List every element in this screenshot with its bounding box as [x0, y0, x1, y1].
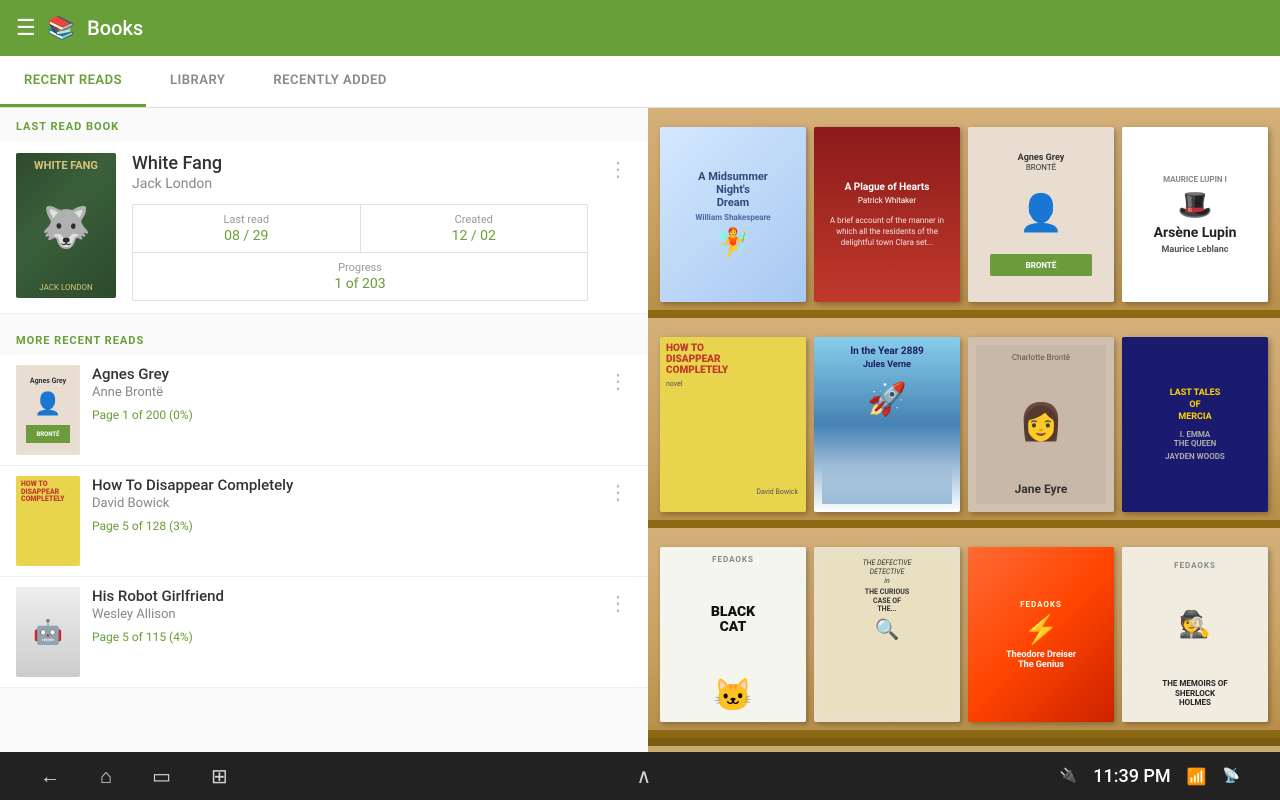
created-value: 12 / 02: [373, 228, 576, 244]
tab-recent-reads[interactable]: RECENT READS: [0, 56, 146, 107]
tab-library[interactable]: LIBRARY: [146, 56, 249, 107]
hrg-info: His Robot Girlfriend Wesley Allison Page…: [92, 587, 592, 644]
book-sherlock[interactable]: FEDAOKS 🕵️ THE MEMOIRS OFSHERLOCKHOLMES: [1122, 547, 1268, 722]
created-label-text: Created: [373, 213, 576, 226]
shelf-row-3: FEDAOKS BLACKCAT 🐱 THE DEFECTIVEDETECTIV…: [648, 528, 1280, 738]
main-content: LAST READ BOOK WHITE FANG 🐺 JACK LONDON …: [0, 108, 1280, 752]
white-fang-wolf-icon: 🐺: [41, 208, 91, 248]
shelf-row-2: HOW TODISAPPEARCOMPLETELY novel David Bo…: [648, 318, 1280, 528]
white-fang-title-cover: WHITE FANG: [34, 159, 98, 172]
book-meta-grid: Last read 08 / 29 Created 12 / 02 Progre…: [132, 204, 588, 301]
book-genius[interactable]: FEDAOKS ⚡ Theodore DreiserThe Genius: [968, 547, 1114, 722]
recents-button[interactable]: ▭: [152, 764, 171, 788]
tab-recently-added[interactable]: RECENTLY ADDED: [249, 56, 410, 107]
agnes-progress: Page 1 of 200 (0%): [92, 408, 592, 422]
book-agnes-shelf[interactable]: Agnes GreyBRONTË 👤 BRONTË: [968, 127, 1114, 302]
meta-row-dates: Last read 08 / 29 Created 12 / 02: [133, 205, 587, 253]
app-title: Books: [87, 16, 143, 40]
htdc-more-button[interactable]: ⋮: [604, 476, 632, 508]
book-jane-eyre[interactable]: Charlotte Brontë 👩 Jane Eyre: [968, 337, 1114, 512]
progress-label-text: Progress: [145, 261, 575, 274]
screenshot-button[interactable]: ⊞: [211, 764, 228, 788]
last-read-value: 08 / 29: [145, 228, 348, 244]
bottom-bar: ← ⌂ ▭ ⊞ ∧ 🔌 11:39 PM 📶 📡: [0, 752, 1280, 800]
book-defective[interactable]: THE DEFECTIVEDETECTIVEin THE CURIOUSCASE…: [814, 547, 960, 722]
white-fang-cover[interactable]: WHITE FANG 🐺 JACK LONDON: [16, 153, 116, 298]
book-htdc-shelf[interactable]: HOW TODISAPPEARCOMPLETELY novel David Bo…: [660, 337, 806, 512]
usb-icon: 🔌: [1060, 768, 1077, 784]
bookshelf: A MidsummerNight'sDream William Shakespe…: [648, 108, 1280, 752]
menu-icon[interactable]: ☰: [16, 16, 36, 41]
book-last-tales[interactable]: LAST TALESOFMERCIA I. EMMATHE QUEEN JAYD…: [1122, 337, 1268, 512]
meta-row-progress: Progress 1 of 203: [133, 253, 587, 300]
last-read-cell: Last read 08 / 29: [133, 205, 361, 252]
left-panel: LAST READ BOOK WHITE FANG 🐺 JACK LONDON …: [0, 108, 648, 752]
hrg-progress: Page 5 of 115 (4%): [92, 630, 592, 644]
agnes-title: Agnes Grey: [92, 365, 592, 383]
back-button[interactable]: ←: [40, 764, 60, 789]
bottom-status: 🔌 11:39 PM 📶 📡: [1060, 766, 1240, 787]
book-arsene[interactable]: MAURICE LUPIN I 🎩 Arsène Lupin Maurice L…: [1122, 127, 1268, 302]
created-cell: Created 12 / 02: [361, 205, 588, 252]
last-read-label-text: Last read: [145, 213, 348, 226]
agnes-cover-small: Agnes Grey 👤 BRONTË: [16, 365, 80, 455]
agnes-more-button[interactable]: ⋮: [604, 365, 632, 397]
htdc-info: How To Disappear Completely David Bowick…: [92, 476, 592, 533]
agnes-info: Agnes Grey Anne Brontë Page 1 of 200 (0%…: [92, 365, 592, 422]
hrg-cover-small: 🤖: [16, 587, 80, 677]
recent-item-htdc[interactable]: HOW TODISAPPEARCOMPLETELY How To Disappe…: [0, 466, 648, 577]
white-fang-author-cover: JACK LONDON: [39, 283, 92, 292]
white-fang-more-button[interactable]: ⋮: [604, 153, 632, 185]
progress-cell: Progress 1 of 203: [133, 253, 587, 300]
hrg-title: His Robot Girlfriend: [92, 587, 592, 605]
book-plague[interactable]: A Plague of HeartsPatrick Whitaker A bri…: [814, 127, 960, 302]
bottom-nav-left: ← ⌂ ▭ ⊞: [40, 764, 228, 789]
htdc-title: How To Disappear Completely: [92, 476, 592, 494]
top-bar: ☰ 📚 Books: [0, 0, 1280, 56]
white-fang-info: White Fang Jack London Last read 08 / 29…: [132, 153, 588, 301]
hrg-author: Wesley Allison: [92, 607, 592, 622]
shelf-row-1: A MidsummerNight'sDream William Shakespe…: [648, 108, 1280, 318]
more-recent-label: MORE RECENT READS: [0, 322, 648, 355]
wifi-icon: 📶: [1187, 767, 1207, 786]
htdc-progress: Page 5 of 128 (3%): [92, 519, 592, 533]
book-midsummer[interactable]: A MidsummerNight'sDream William Shakespe…: [660, 127, 806, 302]
hrg-more-button[interactable]: ⋮: [604, 587, 632, 619]
progress-value: 1 of 203: [145, 276, 575, 292]
tab-bar: RECENT READS LIBRARY RECENTLY ADDED: [0, 56, 1280, 108]
nav-center-button[interactable]: ∧: [636, 764, 651, 788]
last-read-card[interactable]: WHITE FANG 🐺 JACK LONDON White Fang Jack…: [0, 141, 648, 314]
book-year2889[interactable]: In the Year 2889Jules Verne 🚀: [814, 337, 960, 512]
signal-icon: 📡: [1223, 768, 1240, 784]
last-read-label: LAST READ BOOK: [0, 108, 648, 141]
status-time: 11:39 PM: [1093, 766, 1170, 787]
home-button[interactable]: ⌂: [100, 764, 112, 789]
agnes-author: Anne Brontë: [92, 385, 592, 400]
htdc-author: David Bowick: [92, 496, 592, 511]
recent-item-agnes[interactable]: Agnes Grey 👤 BRONTË Agnes Grey Anne Bron…: [0, 355, 648, 466]
htdc-cover-small: HOW TODISAPPEARCOMPLETELY: [16, 476, 80, 566]
app-icon: 📚: [48, 16, 75, 41]
white-fang-author: Jack London: [132, 176, 588, 192]
recent-item-hrg[interactable]: 🤖 His Robot Girlfriend Wesley Allison Pa…: [0, 577, 648, 688]
white-fang-title: White Fang: [132, 153, 588, 174]
book-black-cat[interactable]: FEDAOKS BLACKCAT 🐱: [660, 547, 806, 722]
